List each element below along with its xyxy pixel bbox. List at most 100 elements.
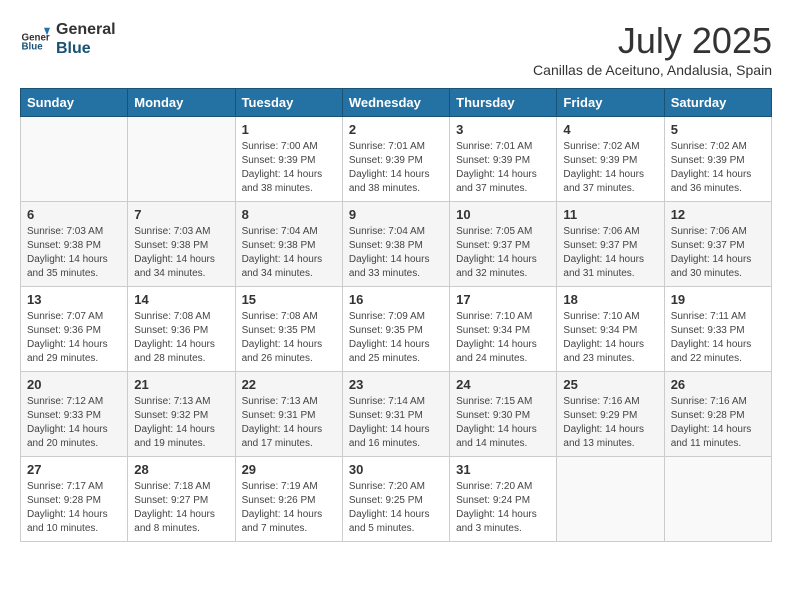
day-detail: Sunrise: 7:13 AM Sunset: 9:31 PM Dayligh… [242,395,336,451]
day-detail: Sunrise: 7:20 AM Sunset: 9:25 PM Dayligh… [349,480,443,536]
day-number: 2 [349,122,443,137]
svg-text:Blue: Blue [22,42,44,53]
day-number: 22 [242,377,336,392]
day-detail: Sunrise: 7:04 AM Sunset: 9:38 PM Dayligh… [242,225,336,281]
calendar-cell: 31 Sunrise: 7:20 AM Sunset: 9:24 PM Dayli… [450,457,557,542]
week-row-2: 6 Sunrise: 7:03 AM Sunset: 9:38 PM Daylig… [21,202,772,287]
day-detail: Sunrise: 7:06 AM Sunset: 9:37 PM Dayligh… [563,225,657,281]
calendar-header: SundayMondayTuesdayWednesdayThursdayFrid… [21,89,772,117]
day-number: 6 [27,207,121,222]
calendar-cell: 20Sunrise: 7:12 AM Sunset: 9:33 PM Dayli… [21,372,128,457]
calendar-cell: 14 Sunrise: 7:08 AM Sunset: 9:36 PM Dayli… [128,287,235,372]
calendar-cell: 16Sunrise: 7:09 AM Sunset: 9:35 PM Dayli… [342,287,449,372]
calendar-cell: 8 Sunrise: 7:04 AM Sunset: 9:38 PM Daylig… [235,202,342,287]
calendar-cell: 11 Sunrise: 7:06 AM Sunset: 9:37 PM Dayli… [557,202,664,287]
day-number: 28 [134,462,228,477]
day-number: 1 [242,122,336,137]
calendar-cell: 10 Sunrise: 7:05 AM Sunset: 9:37 PM Dayli… [450,202,557,287]
day-number: 25 [563,377,657,392]
day-number: 3 [456,122,550,137]
day-detail: Sunrise: 7:10 AM Sunset: 9:34 PM Dayligh… [563,310,657,366]
day-detail: Sunrise: 7:00 AM Sunset: 9:39 PM Dayligh… [242,140,336,196]
day-number: 8 [242,207,336,222]
day-number: 5 [671,122,765,137]
weekday-header-row: SundayMondayTuesdayWednesdayThursdayFrid… [21,89,772,117]
day-detail: Sunrise: 7:03 AM Sunset: 9:38 PM Dayligh… [134,225,228,281]
day-number: 13 [27,292,121,307]
day-number: 21 [134,377,228,392]
calendar-cell: 21 Sunrise: 7:13 AM Sunset: 9:32 PM Dayli… [128,372,235,457]
calendar-cell [557,457,664,542]
day-number: 31 [456,462,550,477]
weekday-header-wednesday: Wednesday [342,89,449,117]
calendar-cell [664,457,771,542]
day-number: 15 [242,292,336,307]
weekday-header-saturday: Saturday [664,89,771,117]
calendar-cell: 23Sunrise: 7:14 AM Sunset: 9:31 PM Dayli… [342,372,449,457]
calendar-cell: 15 Sunrise: 7:08 AM Sunset: 9:35 PM Dayli… [235,287,342,372]
day-detail: Sunrise: 7:02 AM Sunset: 9:39 PM Dayligh… [563,140,657,196]
weekday-header-sunday: Sunday [21,89,128,117]
calendar-table: SundayMondayTuesdayWednesdayThursdayFrid… [20,88,772,542]
day-number: 23 [349,377,443,392]
weekday-header-thursday: Thursday [450,89,557,117]
calendar-cell: 5 Sunrise: 7:02 AM Sunset: 9:39 PM Daylig… [664,117,771,202]
week-row-4: 20Sunrise: 7:12 AM Sunset: 9:33 PM Dayli… [21,372,772,457]
week-row-5: 27Sunrise: 7:17 AM Sunset: 9:28 PM Dayli… [21,457,772,542]
calendar-cell: 24 Sunrise: 7:15 AM Sunset: 9:30 PM Dayli… [450,372,557,457]
day-number: 26 [671,377,765,392]
day-detail: Sunrise: 7:13 AM Sunset: 9:32 PM Dayligh… [134,395,228,451]
day-detail: Sunrise: 7:16 AM Sunset: 9:29 PM Dayligh… [563,395,657,451]
week-row-3: 13Sunrise: 7:07 AM Sunset: 9:36 PM Dayli… [21,287,772,372]
day-detail: Sunrise: 7:20 AM Sunset: 9:24 PM Dayligh… [456,480,550,536]
day-detail: Sunrise: 7:08 AM Sunset: 9:35 PM Dayligh… [242,310,336,366]
location-title: Canillas de Aceituno, Andalusia, Spain [533,62,772,78]
calendar-cell: 9 Sunrise: 7:04 AM Sunset: 9:38 PM Daylig… [342,202,449,287]
page-header: General Blue General Blue July 2025 Cani… [20,20,772,78]
day-number: 29 [242,462,336,477]
day-detail: Sunrise: 7:18 AM Sunset: 9:27 PM Dayligh… [134,480,228,536]
day-detail: Sunrise: 7:04 AM Sunset: 9:38 PM Dayligh… [349,225,443,281]
logo-general-text: General [56,20,116,39]
calendar-cell: 19Sunrise: 7:11 AM Sunset: 9:33 PM Dayli… [664,287,771,372]
day-number: 14 [134,292,228,307]
logo: General Blue General Blue [20,20,116,58]
day-detail: Sunrise: 7:19 AM Sunset: 9:26 PM Dayligh… [242,480,336,536]
calendar-cell: 2Sunrise: 7:01 AM Sunset: 9:39 PM Daylig… [342,117,449,202]
weekday-header-monday: Monday [128,89,235,117]
calendar-cell: 1 Sunrise: 7:00 AM Sunset: 9:39 PM Daylig… [235,117,342,202]
calendar-cell [128,117,235,202]
day-detail: Sunrise: 7:02 AM Sunset: 9:39 PM Dayligh… [671,140,765,196]
day-number: 7 [134,207,228,222]
day-number: 9 [349,207,443,222]
calendar-cell: 13Sunrise: 7:07 AM Sunset: 9:36 PM Dayli… [21,287,128,372]
day-detail: Sunrise: 7:05 AM Sunset: 9:37 PM Dayligh… [456,225,550,281]
calendar-cell: 18Sunrise: 7:10 AM Sunset: 9:34 PM Dayli… [557,287,664,372]
day-number: 19 [671,292,765,307]
calendar-cell: 6 Sunrise: 7:03 AM Sunset: 9:38 PM Daylig… [21,202,128,287]
calendar-cell: 27Sunrise: 7:17 AM Sunset: 9:28 PM Dayli… [21,457,128,542]
calendar-cell [21,117,128,202]
day-detail: Sunrise: 7:08 AM Sunset: 9:36 PM Dayligh… [134,310,228,366]
day-detail: Sunrise: 7:15 AM Sunset: 9:30 PM Dayligh… [456,395,550,451]
weekday-header-tuesday: Tuesday [235,89,342,117]
logo-blue-text: Blue [56,39,116,58]
day-number: 10 [456,207,550,222]
title-block: July 2025 Canillas de Aceituno, Andalusi… [533,20,772,78]
month-title: July 2025 [533,20,772,62]
day-detail: Sunrise: 7:06 AM Sunset: 9:37 PM Dayligh… [671,225,765,281]
day-number: 12 [671,207,765,222]
day-number: 11 [563,207,657,222]
calendar-cell: 3Sunrise: 7:01 AM Sunset: 9:39 PM Daylig… [450,117,557,202]
day-detail: Sunrise: 7:16 AM Sunset: 9:28 PM Dayligh… [671,395,765,451]
day-detail: Sunrise: 7:12 AM Sunset: 9:33 PM Dayligh… [27,395,121,451]
calendar-cell: 17Sunrise: 7:10 AM Sunset: 9:34 PM Dayli… [450,287,557,372]
calendar-cell: 30Sunrise: 7:20 AM Sunset: 9:25 PM Dayli… [342,457,449,542]
weekday-header-friday: Friday [557,89,664,117]
calendar-body: 1 Sunrise: 7:00 AM Sunset: 9:39 PM Daylig… [21,117,772,542]
day-detail: Sunrise: 7:03 AM Sunset: 9:38 PM Dayligh… [27,225,121,281]
calendar-cell: 28 Sunrise: 7:18 AM Sunset: 9:27 PM Dayli… [128,457,235,542]
day-number: 24 [456,377,550,392]
day-number: 16 [349,292,443,307]
calendar-cell: 7 Sunrise: 7:03 AM Sunset: 9:38 PM Daylig… [128,202,235,287]
